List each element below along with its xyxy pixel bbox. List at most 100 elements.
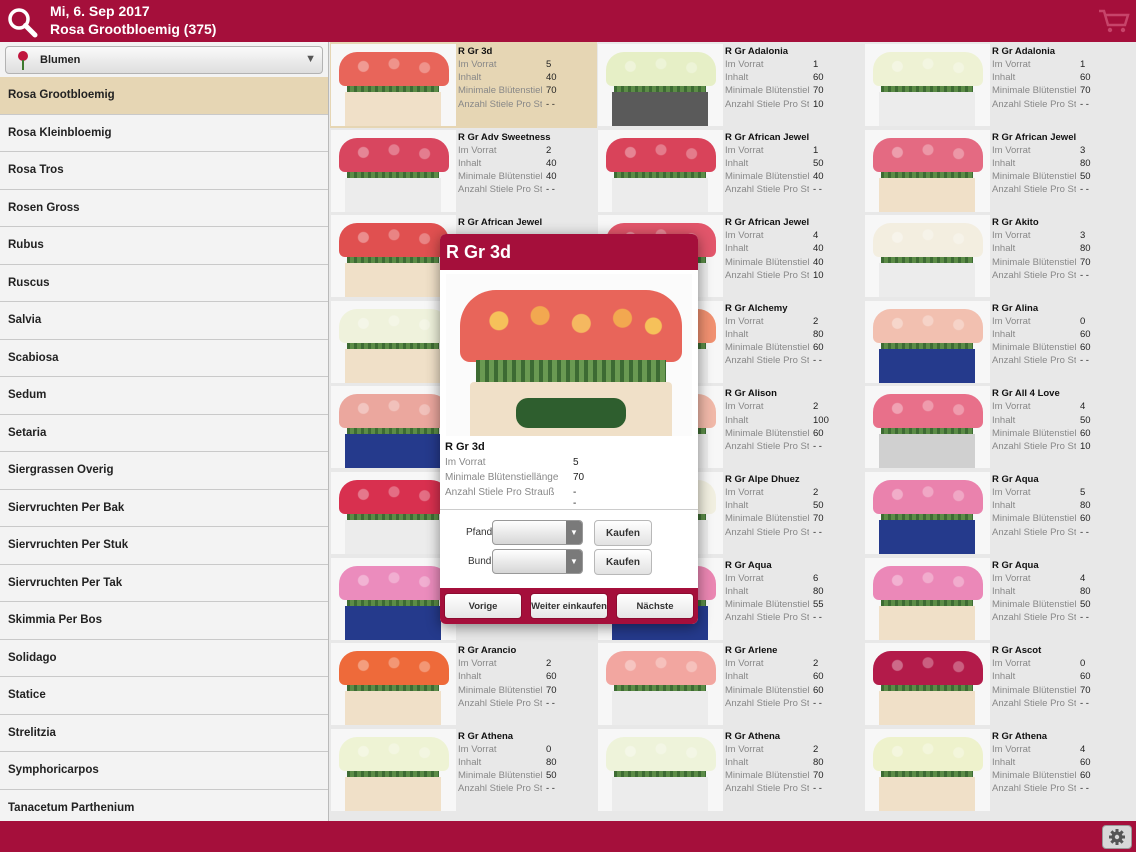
attribute-label: Minimale Blütenstiellänge xyxy=(992,598,1076,610)
product-thumbnail[interactable] xyxy=(865,215,990,298)
product-info: R Gr Arlene Im Vorrat 2 Inhalt 60 Minimale Bl… xyxy=(725,645,862,711)
continue-shopping-button[interactable]: Weiter einkaufen xyxy=(530,593,608,619)
product-tile[interactable]: R Gr Adv Sweetness Im Vorrat 2 Inhalt 40 Mini… xyxy=(330,128,597,214)
category-sidebar: Blumen ▼ Rosa Grootbloemig Rosa Kleinbloe… xyxy=(0,42,329,821)
product-attribute-row: Anzahl Stiele Pro Strauß - - xyxy=(725,184,862,197)
attribute-label: Anzahl Stiele Pro Strauß xyxy=(725,355,809,367)
bund-buy-button[interactable]: Kaufen xyxy=(594,549,652,575)
attribute-label: Anzahl Stiele Pro Strauß xyxy=(725,184,809,196)
sidebar-item[interactable]: Scabiosa xyxy=(0,340,328,377)
chevron-down-icon: ▼ xyxy=(566,521,582,544)
bund-select[interactable]: ▼ xyxy=(492,549,583,574)
product-thumbnail[interactable] xyxy=(865,557,990,640)
product-thumbnail[interactable] xyxy=(331,728,456,811)
shopping-cart-icon[interactable] xyxy=(1098,8,1130,34)
product-thumbnail[interactable] xyxy=(865,643,990,726)
attribute-value: 80 xyxy=(813,585,824,597)
sidebar-item[interactable]: Siervruchten Per Tak xyxy=(0,565,328,602)
product-attribute-row: Minimale Blütenstiellänge 70 xyxy=(725,770,862,783)
product-tile[interactable]: R Gr Aqua Im Vorrat 4 Inhalt 80 Minimale Blüt… xyxy=(864,556,1131,642)
product-group-dropdown[interactable]: Blumen ▼ xyxy=(5,46,323,74)
product-tile[interactable]: R Gr Adalonia Im Vorrat 1 Inhalt 60 Minimale … xyxy=(597,42,864,128)
sidebar-item[interactable]: Setaria xyxy=(0,415,328,452)
search-icon[interactable] xyxy=(6,6,38,38)
product-thumbnail[interactable] xyxy=(598,44,723,126)
product-thumbnail[interactable] xyxy=(331,472,456,554)
product-thumbnail[interactable] xyxy=(865,44,990,126)
product-tile[interactable]: R Gr Ascot Im Vorrat 0 Inhalt 60 Minimale Blü… xyxy=(864,641,1131,727)
product-thumbnail[interactable] xyxy=(865,386,990,469)
product-thumbnail[interactable] xyxy=(331,44,456,126)
product-thumbnail[interactable] xyxy=(331,300,456,383)
product-thumbnail[interactable] xyxy=(331,215,456,298)
product-thumbnail[interactable] xyxy=(865,300,990,383)
product-thumbnail[interactable] xyxy=(331,386,456,469)
attribute-label: Inhalt xyxy=(992,414,1016,426)
sidebar-item[interactable]: Siervruchten Per Stuk xyxy=(0,527,328,565)
product-tile[interactable]: R Gr All 4 Love Im Vorrat 4 Inhalt 50 Minimal… xyxy=(864,384,1131,470)
product-attribute-row: Inhalt 60 xyxy=(992,329,1129,342)
product-tile[interactable]: R Gr African Jewel Im Vorrat 3 Inhalt 80 Mini… xyxy=(864,128,1131,214)
attribute-value: 60 xyxy=(813,671,824,683)
product-attribute-row: Inhalt 80 xyxy=(992,500,1129,513)
sidebar-item[interactable]: Siergrassen Overig xyxy=(0,452,328,490)
sidebar-item[interactable]: Solidago xyxy=(0,640,328,677)
product-tile[interactable]: R Gr African Jewel Im Vorrat 1 Inhalt 50 Mini… xyxy=(597,128,864,214)
product-tile[interactable]: R Gr Athena Im Vorrat 2 Inhalt 80 Minimale Bl… xyxy=(597,727,864,813)
product-tile[interactable]: R Gr Adalonia Im Vorrat 1 Inhalt 60 Minimale … xyxy=(864,42,1131,128)
sidebar-item[interactable]: Strelitzia xyxy=(0,715,328,752)
attribute-value: 70 xyxy=(813,770,824,782)
product-thumbnail[interactable] xyxy=(865,728,990,811)
flower-bouquet xyxy=(873,52,983,86)
product-thumbnail[interactable] xyxy=(598,728,723,811)
product-thumbnail[interactable] xyxy=(865,472,990,554)
product-thumbnail[interactable] xyxy=(598,643,723,726)
product-tile[interactable]: R Gr Arancio Im Vorrat 2 Inhalt 60 Minimale B… xyxy=(330,641,597,727)
product-attribute-row: Anzahl Stiele Pro Strauß - - xyxy=(992,612,1129,625)
settings-button[interactable] xyxy=(1102,825,1132,849)
product-tile[interactable]: R Gr Arlene Im Vorrat 2 Inhalt 60 Minimale Bl… xyxy=(597,641,864,727)
product-attribute-row: Inhalt 50 xyxy=(725,500,862,513)
product-tile[interactable]: R Gr Aqua Im Vorrat 5 Inhalt 80 Minimale Blüt… xyxy=(864,470,1131,556)
sidebar-item[interactable]: Ruscus xyxy=(0,265,328,302)
product-attribute-row: Minimale Blütenstiellänge 60 xyxy=(992,513,1129,526)
product-thumbnail[interactable] xyxy=(598,129,723,212)
flower-bucket xyxy=(345,776,441,811)
sidebar-item[interactable]: Tanacetum Parthenium xyxy=(0,790,328,822)
product-tile[interactable]: R Gr Akito Im Vorrat 3 Inhalt 80 Minimale Blü… xyxy=(864,213,1131,299)
sidebar-item[interactable]: Statice xyxy=(0,677,328,715)
attribute-value: 2 xyxy=(813,743,819,755)
sidebar-item[interactable]: Rubus xyxy=(0,227,328,265)
attribute-label: Inhalt xyxy=(725,500,749,512)
previous-button[interactable]: Vorige xyxy=(444,593,522,619)
sidebar-item[interactable]: Skimmia Per Bos xyxy=(0,602,328,640)
product-attribute-row: Anzahl Stiele Pro Strauß - - xyxy=(992,99,1129,112)
attribute-value: 60 xyxy=(546,671,557,683)
attribute-label: Anzahl Stiele Pro Strauß xyxy=(725,697,809,709)
sidebar-item[interactable]: Siervruchten Per Bak xyxy=(0,490,328,527)
stems-label: Anzahl Stiele Pro Strauß xyxy=(445,487,555,498)
product-tile[interactable]: R Gr Athena Im Vorrat 0 Inhalt 80 Minimale Bl… xyxy=(330,727,597,813)
product-thumbnail[interactable] xyxy=(331,643,456,726)
flower-bucket xyxy=(879,434,975,469)
sidebar-item[interactable]: Rosa Grootbloemig xyxy=(0,77,328,115)
sidebar-item[interactable]: Salvia xyxy=(0,302,328,340)
product-tile[interactable]: R Gr 3d Im Vorrat 5 Inhalt 40 Minimale Blüten… xyxy=(330,42,597,128)
next-button[interactable]: Nächste xyxy=(616,593,694,619)
product-thumbnail[interactable] xyxy=(331,129,456,212)
product-thumbnail[interactable] xyxy=(865,129,990,212)
sidebar-item[interactable]: Rosa Tros xyxy=(0,152,328,190)
pfand-select[interactable]: ▼ xyxy=(492,520,583,545)
sidebar-item[interactable]: Rosen Gross xyxy=(0,190,328,227)
pfand-buy-button[interactable]: Kaufen xyxy=(594,520,652,546)
sidebar-item[interactable]: Rosa Kleinbloemig xyxy=(0,115,328,152)
attribute-value: 40 xyxy=(813,256,824,268)
popup-footer: Vorige Weiter einkaufen Nächste xyxy=(440,588,698,624)
sidebar-item[interactable]: Symphoricarpos xyxy=(0,752,328,790)
product-tile[interactable]: R Gr Athena Im Vorrat 4 Inhalt 60 Minimale Bl… xyxy=(864,727,1131,813)
product-tile[interactable]: R Gr Alina Im Vorrat 0 Inhalt 60 Minimale Blü… xyxy=(864,299,1131,385)
attribute-value: 60 xyxy=(1080,328,1091,340)
product-thumbnail[interactable] xyxy=(331,557,456,640)
sidebar-item[interactable]: Sedum xyxy=(0,377,328,415)
attribute-value: - - xyxy=(1080,98,1089,110)
